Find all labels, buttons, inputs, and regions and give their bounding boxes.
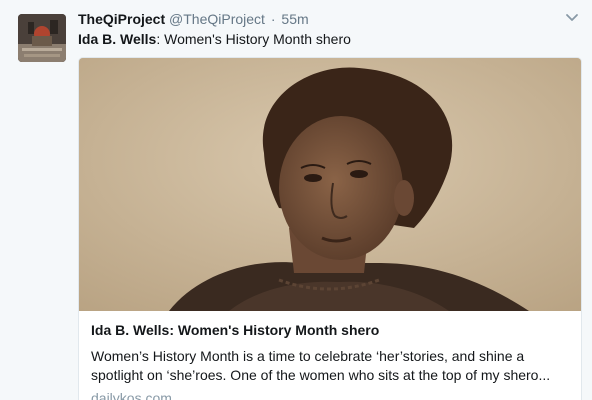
card-description-line-2: spotlight on ‘she’roes. One of the women… (91, 367, 551, 383)
chevron-down-icon[interactable] (564, 10, 580, 26)
tweet-text: Ida B. Wells: Women's History Month sher… (78, 30, 351, 48)
card-image[interactable] (79, 58, 581, 311)
tweet[interactable]: TheQiProject @TheQiProject · 55m Ida B. … (0, 0, 592, 400)
card-domain[interactable]: dailykos.com (91, 389, 581, 400)
card-description: Women’s History Month is a time to celeb… (91, 347, 571, 385)
card-title[interactable]: Ida B. Wells: Women's History Month sher… (91, 321, 581, 339)
display-name[interactable]: TheQiProject (78, 11, 165, 27)
tweet-text-bold: Ida B. Wells (78, 31, 157, 47)
card-body: Ida B. Wells: Women's History Month sher… (79, 311, 581, 400)
tweet-header: TheQiProject @TheQiProject · 55m (78, 10, 309, 28)
link-card[interactable]: Ida B. Wells: Women's History Month sher… (78, 57, 582, 400)
timestamp[interactable]: 55m (281, 11, 308, 27)
avatar[interactable] (18, 14, 66, 62)
user-handle[interactable]: @TheQiProject (169, 11, 265, 27)
card-description-line-1: Women’s History Month is a time to celeb… (91, 348, 525, 364)
separator: · (270, 11, 276, 27)
tweet-text-rest: : Women's History Month shero (156, 31, 351, 47)
